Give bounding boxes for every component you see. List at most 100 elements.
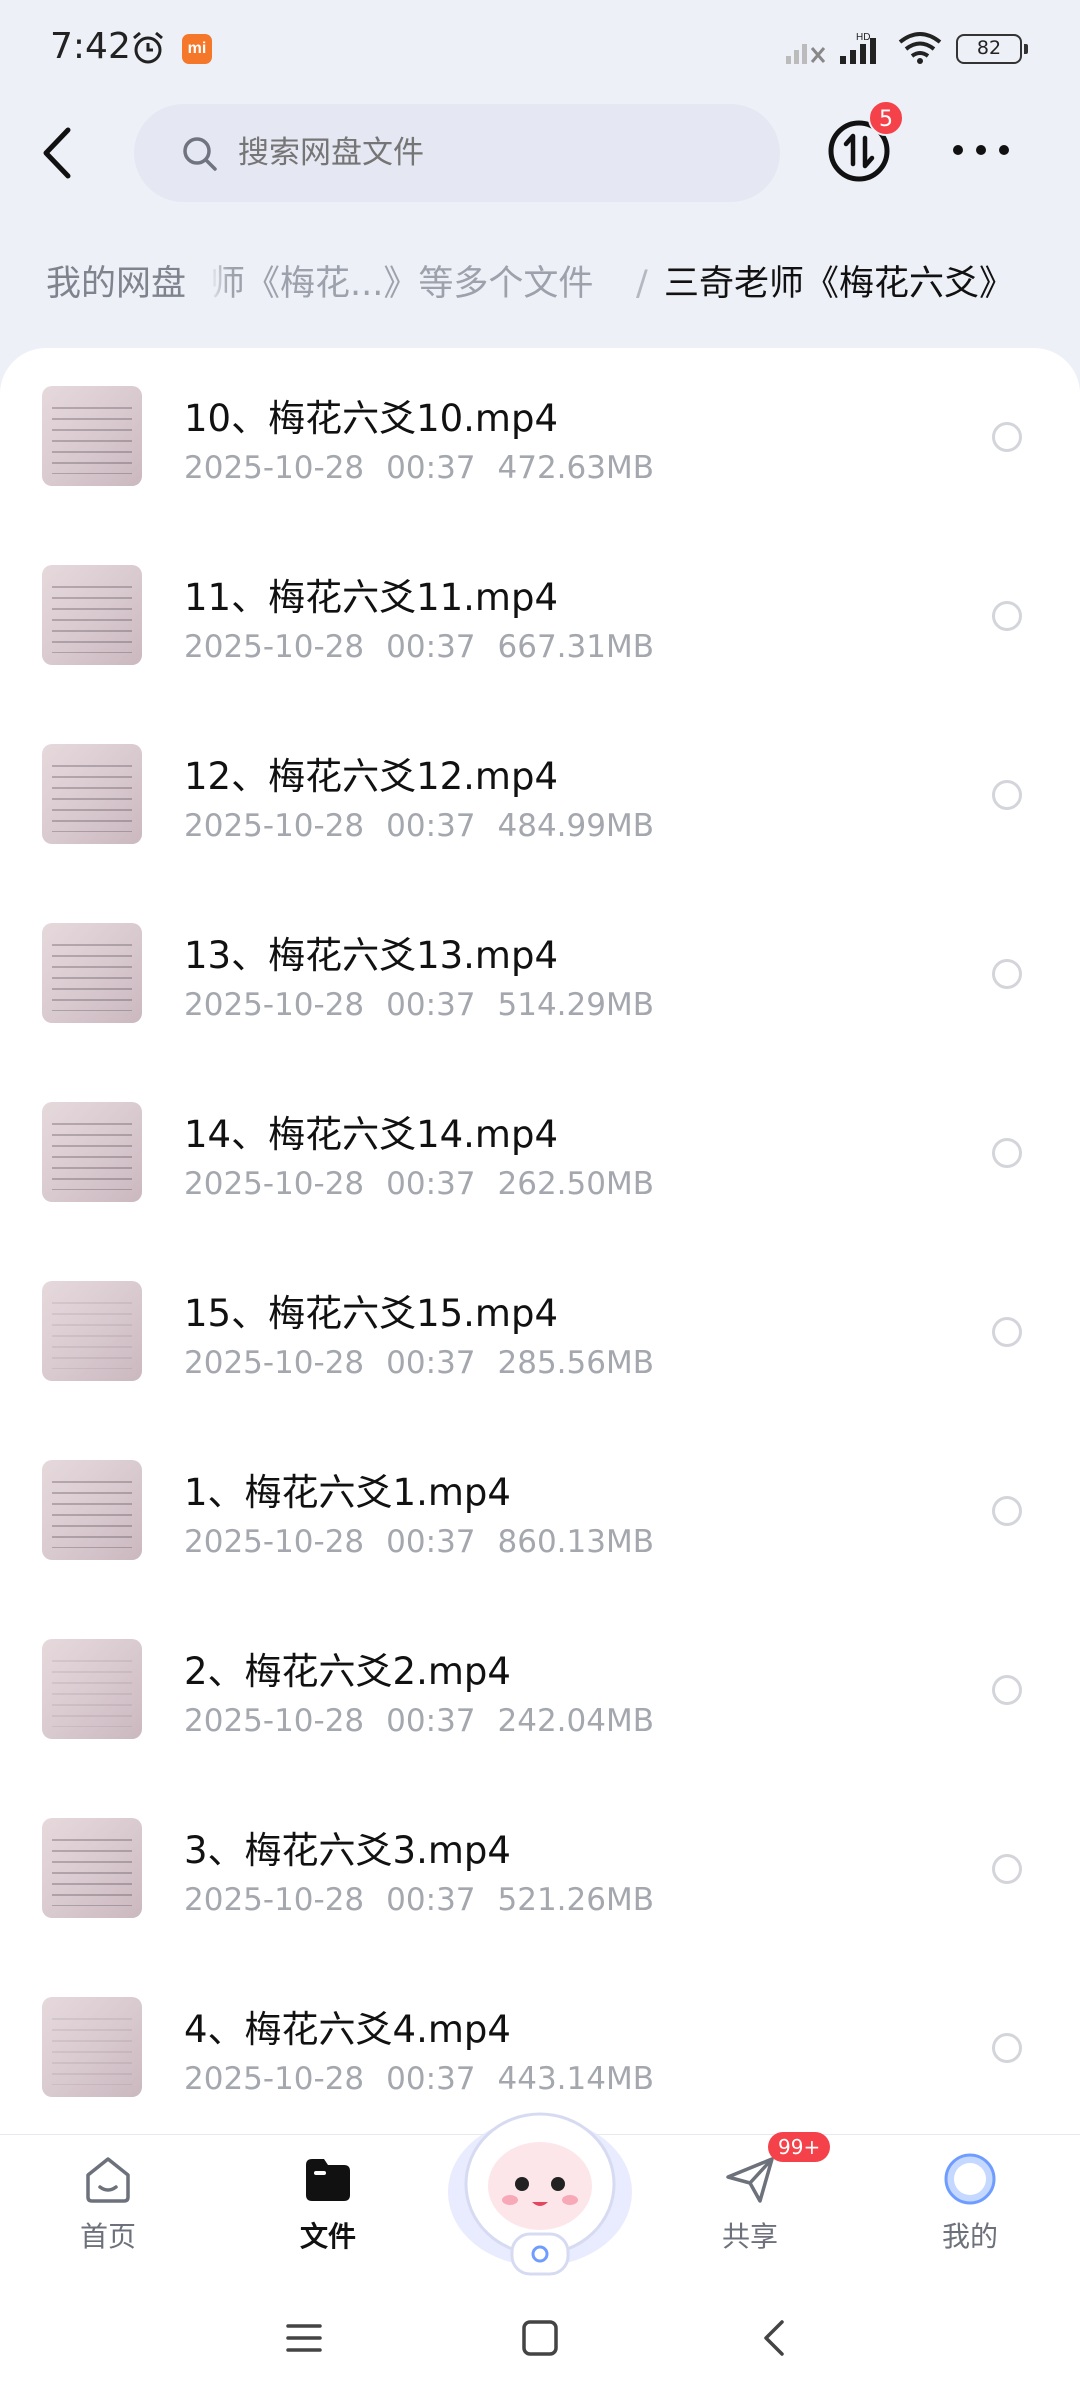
file-row[interactable]: 10、梅花六爻10.mp4 2025-10-28 00:37 472.63MB (0, 348, 1080, 527)
file-time: 00:37 (386, 1166, 476, 1202)
file-row[interactable]: 14、梅花六爻14.mp4 2025-10-28 00:37 262.50MB (0, 1064, 1080, 1243)
file-row[interactable]: 15、梅花六爻15.mp4 2025-10-28 00:37 285.56MB (0, 1243, 1080, 1422)
file-size: 521.26MB (497, 1882, 654, 1918)
video-thumbnail (42, 923, 142, 1023)
video-thumbnail (42, 1102, 142, 1202)
select-checkbox[interactable] (992, 601, 1022, 631)
file-date: 2025-10-28 (184, 987, 365, 1023)
breadcrumb-root[interactable]: 我的网盘 (22, 248, 211, 320)
file-date: 2025-10-28 (184, 450, 365, 486)
file-time: 00:37 (386, 987, 476, 1023)
search-bar[interactable] (134, 104, 780, 202)
file-size: 484.99MB (497, 808, 654, 844)
transfer-count-badge: 5 (868, 100, 904, 136)
video-thumbnail (42, 565, 142, 665)
file-name: 3、梅花六爻3.mp4 (184, 1829, 511, 1872)
video-thumbnail (42, 1997, 142, 2097)
file-time: 00:37 (386, 450, 476, 486)
back-button[interactable] (30, 118, 90, 188)
breadcrumb-separator: / (636, 264, 648, 304)
select-checkbox[interactable] (992, 2033, 1022, 2063)
file-date: 2025-10-28 (184, 1166, 365, 1202)
select-checkbox[interactable] (992, 1675, 1022, 1705)
folder-icon (306, 2159, 350, 2201)
nav-mine[interactable]: 我的 (900, 2135, 1040, 2277)
video-thumbnail (42, 1460, 142, 1560)
select-checkbox[interactable] (992, 1496, 1022, 1526)
select-checkbox[interactable] (992, 1317, 1022, 1347)
home-icon (86, 2157, 130, 2203)
file-row[interactable]: 2、梅花六爻2.mp4 2025-10-28 00:37 242.04MB (0, 1601, 1080, 1780)
file-size: 285.56MB (497, 1345, 654, 1381)
select-checkbox[interactable] (992, 1138, 1022, 1168)
file-date: 2025-10-28 (184, 1345, 365, 1381)
file-date: 2025-10-28 (184, 1524, 365, 1560)
nav-home[interactable]: 首页 (38, 2135, 178, 2277)
system-back-icon[interactable] (756, 2316, 792, 2360)
file-list: 10、梅花六爻10.mp4 2025-10-28 00:37 472.63MB 11… (0, 348, 1080, 2138)
file-meta: 2025-10-28 00:37 514.29MB (184, 987, 676, 1023)
file-row[interactable]: 13、梅花六爻13.mp4 2025-10-28 00:37 514.29MB (0, 885, 1080, 1064)
video-thumbnail (42, 386, 142, 486)
select-checkbox[interactable] (992, 780, 1022, 810)
file-size: 242.04MB (497, 1703, 654, 1739)
status-time: 7:42 (50, 26, 131, 67)
select-checkbox[interactable] (992, 959, 1022, 989)
select-checkbox[interactable] (992, 422, 1022, 452)
file-size: 262.50MB (497, 1166, 654, 1202)
file-name: 12、梅花六爻12.mp4 (184, 755, 558, 798)
file-name: 11、梅花六爻11.mp4 (184, 576, 558, 619)
file-date: 2025-10-28 (184, 808, 365, 844)
home-button-icon[interactable] (520, 2318, 560, 2358)
video-thumbnail (42, 1639, 142, 1739)
file-row[interactable]: 1、梅花六爻1.mp4 2025-10-28 00:37 860.13MB (0, 1422, 1080, 1601)
send-share-icon (726, 2157, 774, 2203)
select-checkbox[interactable] (992, 1854, 1022, 1884)
share-count-badge: 99+ (768, 2132, 831, 2162)
file-name: 1、梅花六爻1.mp4 (184, 1471, 511, 1514)
file-meta: 2025-10-28 00:37 262.50MB (184, 1166, 676, 1202)
file-meta: 2025-10-28 00:37 472.63MB (184, 450, 676, 486)
file-row[interactable]: 11、梅花六爻11.mp4 2025-10-28 00:37 667.31MB (0, 527, 1080, 706)
file-row[interactable]: 3、梅花六爻3.mp4 2025-10-28 00:37 521.26MB (0, 1780, 1080, 1959)
file-time: 00:37 (386, 1882, 476, 1918)
system-nav-bar (0, 2276, 1080, 2400)
file-meta: 2025-10-28 00:37 285.56MB (184, 1345, 676, 1381)
file-date: 2025-10-28 (184, 1703, 365, 1739)
file-time: 00:37 (386, 1345, 476, 1381)
file-size: 860.13MB (497, 1524, 654, 1560)
breadcrumb-parent-folder[interactable]: 师《梅花...》等多个文件 (210, 248, 593, 320)
mascot-assistant-button[interactable] (442, 2084, 638, 2280)
file-name: 2、梅花六爻2.mp4 (184, 1650, 511, 1693)
video-thumbnail (42, 1281, 142, 1381)
status-bar: 7:42 mi HD 82 (0, 0, 1080, 96)
nav-files[interactable]: 文件 (258, 2135, 398, 2277)
video-thumbnail (42, 1818, 142, 1918)
recent-apps-icon[interactable] (284, 2320, 324, 2356)
breadcrumb-current-folder: 三奇老师《梅花六爻》 (664, 264, 1015, 304)
search-icon (183, 137, 217, 171)
file-name: 15、梅花六爻15.mp4 (184, 1292, 558, 1335)
more-options-button[interactable] (946, 130, 1016, 170)
breadcrumb: 师《梅花...》等多个文件 我的网盘 / 三奇老师《梅花六爻》 (0, 240, 1080, 330)
file-size: 667.31MB (497, 629, 654, 665)
file-meta: 2025-10-28 00:37 667.31MB (184, 629, 676, 665)
file-size: 472.63MB (497, 450, 654, 486)
nav-home-label: 首页 (79, 2220, 136, 2253)
file-date: 2025-10-28 (184, 629, 365, 665)
file-size: 514.29MB (497, 987, 654, 1023)
file-name: 14、梅花六爻14.mp4 (184, 1113, 558, 1156)
search-input[interactable] (238, 104, 738, 202)
file-meta: 2025-10-28 00:37 521.26MB (184, 1882, 676, 1918)
file-name: 10、梅花六爻10.mp4 (184, 397, 558, 440)
video-thumbnail (42, 744, 142, 844)
file-row[interactable]: 12、梅花六爻12.mp4 2025-10-28 00:37 484.99MB (0, 706, 1080, 885)
file-time: 00:37 (386, 808, 476, 844)
battery-indicator: 82 (956, 34, 1028, 64)
file-date: 2025-10-28 (184, 1882, 365, 1918)
alarm-clock-icon (133, 31, 163, 64)
file-meta: 2025-10-28 00:37 242.04MB (184, 1703, 676, 1739)
file-date: 2025-10-28 (184, 2061, 365, 2097)
mi-app-icon: mi (182, 34, 212, 64)
file-time: 00:37 (386, 629, 476, 665)
